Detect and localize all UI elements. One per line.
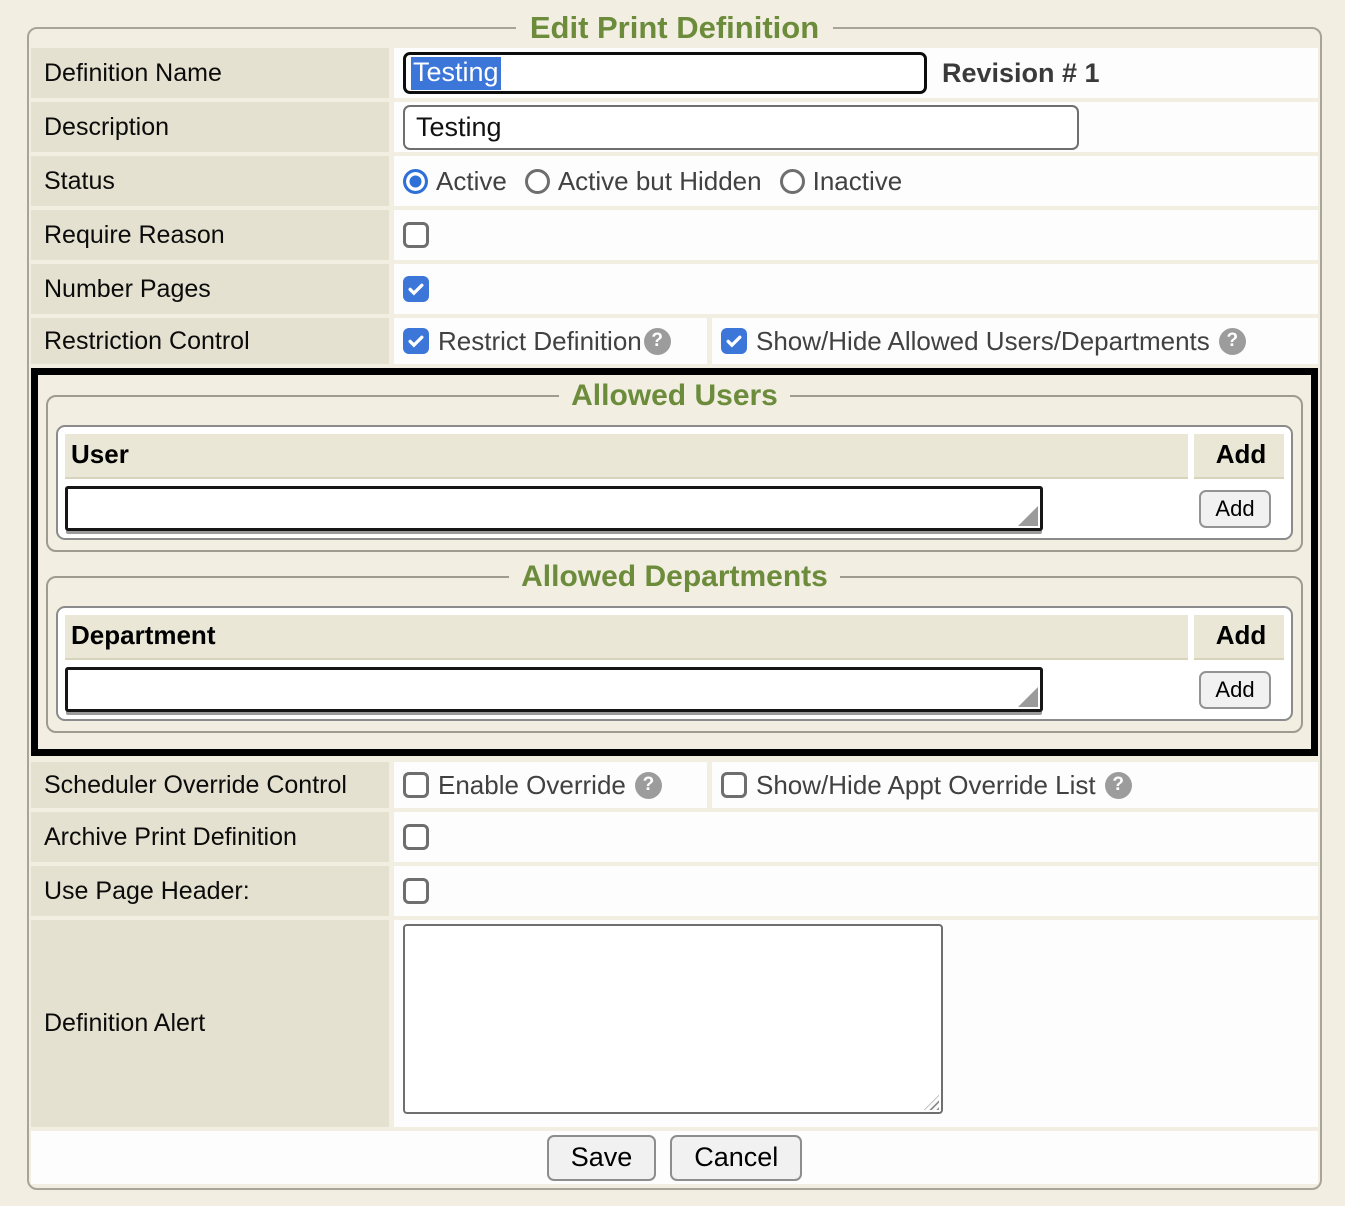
description-value: Testing xyxy=(416,112,502,143)
allowed-departments-header-row: Department Add xyxy=(65,615,1284,660)
radio-inactive-label: Inactive xyxy=(813,166,903,197)
restrict-definition-label: Restrict Definition xyxy=(438,326,642,357)
archive-label: Archive Print Definition xyxy=(31,812,389,862)
radio-active-but-hidden-label: Active but Hidden xyxy=(558,166,762,197)
allowed-users-fieldset: Allowed Users User Add Add xyxy=(46,379,1303,552)
definition-name-value: Testing xyxy=(411,57,501,90)
form-actions-row: Save Cancel xyxy=(31,1131,1318,1184)
description-input[interactable]: Testing xyxy=(403,105,1079,150)
revision-number: Revision # 1 xyxy=(942,58,1100,89)
allowed-departments-input-row: Add xyxy=(65,667,1284,712)
restriction-control-row: Restriction Control Restrict Definition … xyxy=(31,318,1318,364)
restrict-definition-checkbox[interactable] xyxy=(403,328,429,354)
show-hide-appt-override-label: Show/Hide Appt Override List xyxy=(756,770,1096,801)
use-page-header-checkbox[interactable] xyxy=(403,878,429,904)
number-pages-label: Number Pages xyxy=(31,264,389,314)
status-row: Status Active Active but Hidden Inactive xyxy=(31,156,1318,206)
add-column-header: Add xyxy=(1194,434,1284,479)
enable-override-label: Enable Override xyxy=(438,770,626,801)
definition-alert-cell xyxy=(394,920,1318,1127)
department-column-header: Department xyxy=(65,615,1188,660)
restrict-definition-cell: Restrict Definition ? xyxy=(394,318,707,364)
user-select[interactable] xyxy=(65,486,1043,531)
number-pages-checkbox[interactable] xyxy=(403,276,429,302)
scheduler-override-row: Scheduler Override Control Enable Overri… xyxy=(31,762,1318,808)
description-row: Description Testing xyxy=(31,102,1318,152)
radio-active[interactable] xyxy=(403,169,428,194)
enable-override-cell: Enable Override ? xyxy=(394,762,707,808)
definition-alert-label: Definition Alert xyxy=(31,920,389,1127)
save-button[interactable]: Save xyxy=(547,1135,657,1181)
require-reason-checkbox[interactable] xyxy=(403,222,429,248)
form-rows: Definition Name Testing Revision # 1 Des… xyxy=(31,48,1318,1184)
archive-cell xyxy=(394,812,1318,862)
status-option-inactive: Inactive xyxy=(780,166,903,197)
use-page-header-row: Use Page Header: xyxy=(31,866,1318,916)
require-reason-cell xyxy=(394,210,1318,260)
checkmark-icon xyxy=(724,331,744,351)
help-icon[interactable]: ? xyxy=(1105,772,1132,799)
add-column-header: Add xyxy=(1194,615,1284,660)
resize-grip-icon[interactable] xyxy=(924,1095,939,1110)
department-select[interactable] xyxy=(65,667,1043,712)
user-column-header: User xyxy=(65,434,1188,479)
radio-active-but-hidden[interactable] xyxy=(525,169,550,194)
status-cell: Active Active but Hidden Inactive xyxy=(394,156,1318,206)
number-pages-row: Number Pages xyxy=(31,264,1318,314)
allowed-departments-title: Allowed Departments xyxy=(509,560,840,594)
radio-active-label: Active xyxy=(436,166,507,197)
allowed-users-table: User Add Add xyxy=(56,425,1293,540)
definition-name-row: Definition Name Testing Revision # 1 xyxy=(31,48,1318,98)
status-label: Status xyxy=(31,156,389,206)
edit-print-definition-form: Edit Print Definition Definition Name Te… xyxy=(27,10,1322,1190)
require-reason-label: Require Reason xyxy=(31,210,389,260)
checkmark-icon xyxy=(406,279,426,299)
description-cell: Testing xyxy=(394,102,1318,152)
select-dropdown-arrow-icon xyxy=(1018,506,1038,526)
restriction-control-label: Restriction Control xyxy=(31,318,389,364)
status-option-active-hidden: Active but Hidden xyxy=(525,166,762,197)
select-dropdown-arrow-icon xyxy=(1018,687,1038,707)
allowed-departments-fieldset: Allowed Departments Department Add Add xyxy=(46,560,1303,733)
archive-checkbox[interactable] xyxy=(403,824,429,850)
allowed-users-departments-section: Allowed Users User Add Add xyxy=(31,368,1318,756)
show-hide-users-departments-label: Show/Hide Allowed Users/Departments xyxy=(756,326,1210,357)
checkmark-icon xyxy=(406,331,426,351)
add-department-button[interactable]: Add xyxy=(1199,671,1271,709)
require-reason-row: Require Reason xyxy=(31,210,1318,260)
number-pages-cell xyxy=(394,264,1318,314)
use-page-header-label: Use Page Header: xyxy=(31,866,389,916)
definition-name-cell: Testing Revision # 1 xyxy=(394,48,1318,98)
help-icon[interactable]: ? xyxy=(644,328,671,355)
radio-inactive[interactable] xyxy=(780,169,805,194)
allowed-users-header-row: User Add xyxy=(65,434,1284,479)
allowed-users-input-row: Add xyxy=(65,486,1284,531)
definition-name-input[interactable]: Testing xyxy=(403,52,927,94)
show-hide-users-departments-checkbox[interactable] xyxy=(721,328,747,354)
help-icon[interactable]: ? xyxy=(1219,328,1246,355)
definition-alert-textarea[interactable] xyxy=(403,924,943,1114)
add-user-button[interactable]: Add xyxy=(1199,490,1271,528)
show-hide-appt-override-checkbox[interactable] xyxy=(721,772,747,798)
archive-row: Archive Print Definition xyxy=(31,812,1318,862)
show-hide-users-departments-cell: Show/Hide Allowed Users/Departments ? xyxy=(712,318,1318,364)
form-title: Edit Print Definition xyxy=(516,10,833,46)
scheduler-override-label: Scheduler Override Control xyxy=(31,762,389,808)
show-hide-appt-override-cell: Show/Hide Appt Override List ? xyxy=(712,762,1318,808)
definition-name-label: Definition Name xyxy=(31,48,389,98)
help-icon[interactable]: ? xyxy=(635,772,662,799)
status-option-active: Active xyxy=(403,166,507,197)
description-label: Description xyxy=(31,102,389,152)
allowed-users-title: Allowed Users xyxy=(559,379,790,413)
definition-alert-row: Definition Alert xyxy=(31,920,1318,1127)
cancel-button[interactable]: Cancel xyxy=(670,1135,802,1181)
allowed-departments-table: Department Add Add xyxy=(56,606,1293,721)
enable-override-checkbox[interactable] xyxy=(403,772,429,798)
use-page-header-cell xyxy=(394,866,1318,916)
